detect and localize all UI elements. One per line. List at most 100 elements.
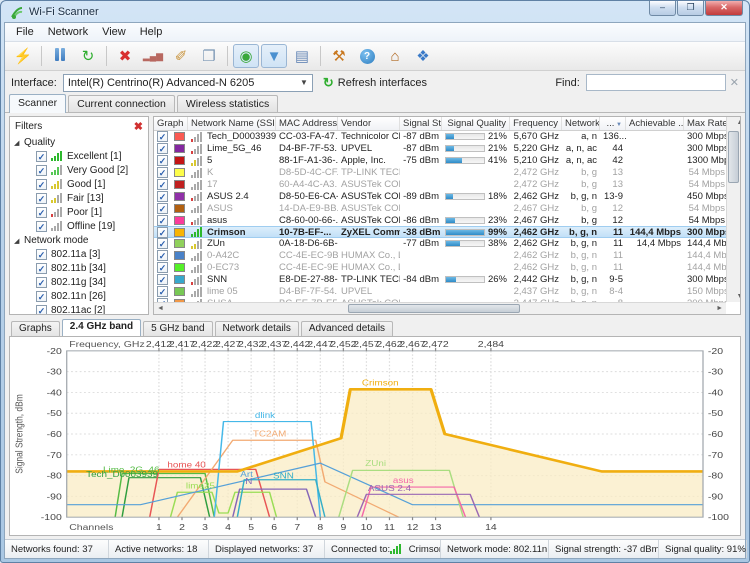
- settings-button[interactable]: ⚒: [326, 44, 352, 68]
- vertical-scroll-thumb[interactable]: [728, 131, 739, 183]
- filter-item[interactable]: ✓Fair [13]: [14, 191, 148, 205]
- table-row[interactable]: ✓ASUS 2.4D8-50-E6-CA-...ASUSTek COM...-8…: [154, 190, 726, 202]
- clean-button[interactable]: ✐: [168, 44, 194, 68]
- table-row[interactable]: ✓ZUn0A-18-D6-6B-...-77 dBm38%2,462 GHzb,…: [154, 238, 726, 250]
- checkbox[interactable]: ✓: [36, 193, 47, 204]
- filter-item[interactable]: ✓802.11ac [2]: [14, 303, 148, 314]
- band-tab-network-details[interactable]: Network details: [215, 321, 299, 336]
- band-tab-5-ghz-band[interactable]: 5 GHz band: [143, 321, 212, 336]
- checkbox[interactable]: ✓: [157, 203, 168, 214]
- column-header[interactable]: Frequency: [510, 117, 562, 130]
- filter-item[interactable]: ✓Offline [19]: [14, 219, 148, 233]
- checkbox[interactable]: ✓: [157, 274, 168, 285]
- band-tab-2.4-ghz-band[interactable]: 2.4 GHz band: [62, 319, 141, 336]
- filter-item[interactable]: ✓802.11g [34]: [14, 275, 148, 289]
- checkbox[interactable]: ✓: [36, 179, 47, 190]
- checkbox[interactable]: ✓: [157, 143, 168, 154]
- tab-scanner[interactable]: Scanner: [9, 94, 66, 113]
- filter-item[interactable]: ✓802.11a [3]: [14, 247, 148, 261]
- menu-view[interactable]: View: [95, 24, 133, 40]
- vertical-scrollbar[interactable]: ▲ ▼: [726, 117, 740, 302]
- scroll-down-icon[interactable]: ▼: [734, 293, 742, 300]
- column-header[interactable]: Signal Quality: [442, 117, 510, 130]
- pause-scan-button[interactable]: [47, 44, 73, 68]
- column-header[interactable]: Graph: [154, 117, 188, 130]
- checkbox[interactable]: ✓: [157, 167, 168, 178]
- table-row[interactable]: ✓588-1F-A1-36-...Apple, Inc.-75 dBm41%5,…: [154, 155, 726, 167]
- table-row[interactable]: ✓lime 05D4-BF-7F-54...UPVEL2,437 GHzb, g…: [154, 286, 726, 298]
- checkbox[interactable]: ✓: [36, 151, 47, 162]
- column-header[interactable]: Signal Str...: [400, 117, 442, 130]
- column-header[interactable]: ... ▼: [600, 117, 626, 130]
- checkbox[interactable]: ✓: [36, 305, 47, 315]
- band-tab-advanced-details[interactable]: Advanced details: [301, 321, 393, 336]
- checkbox[interactable]: ✓: [36, 263, 47, 274]
- close-button[interactable]: ✕: [705, 1, 743, 16]
- remove-signal-button[interactable]: ▂▄▆: [140, 44, 166, 68]
- refresh-button[interactable]: ↻: [75, 44, 101, 68]
- filter-item[interactable]: ✓802.11b [34]: [14, 261, 148, 275]
- table-row[interactable]: ✓ASUS14-DA-E9-BB...ASUSTek COM...2,467 G…: [154, 202, 726, 214]
- scroll-right-icon[interactable]: ►: [716, 305, 723, 312]
- journal-button[interactable]: ▤: [289, 44, 315, 68]
- checkbox[interactable]: ✓: [36, 291, 47, 302]
- scroll-up-icon[interactable]: ▲: [734, 119, 742, 126]
- clear-button[interactable]: ✖: [112, 44, 138, 68]
- column-header[interactable]: MAC Address...: [276, 117, 338, 130]
- home-button[interactable]: ⌂: [382, 44, 408, 68]
- checkbox[interactable]: ✓: [36, 249, 47, 260]
- filter-item[interactable]: ✓802.11n [26]: [14, 289, 148, 303]
- table-row[interactable]: ✓Lime_5G_46D4-BF-7F-53...UPVEL-87 dBm21%…: [154, 143, 726, 155]
- checkbox[interactable]: ✓: [157, 155, 168, 166]
- collapse-icon[interactable]: ◢: [14, 237, 24, 245]
- checkbox[interactable]: ✓: [157, 131, 168, 142]
- minimize-button[interactable]: –: [649, 1, 676, 16]
- checkbox[interactable]: ✓: [157, 238, 168, 249]
- menu-network[interactable]: Network: [41, 24, 95, 40]
- filter-item[interactable]: ✓Very Good [2]: [14, 163, 148, 177]
- refresh-interfaces-button[interactable]: ↻ Refresh interfaces: [323, 75, 427, 91]
- horizontal-scroll-thumb[interactable]: [348, 304, 520, 313]
- column-header[interactable]: Vendor: [338, 117, 400, 130]
- checkbox[interactable]: ✓: [157, 191, 168, 202]
- table-row[interactable]: ✓0-A42CCC-4E-EC-9B...HUMAX Co., Ltd.2,46…: [154, 250, 726, 262]
- checkbox[interactable]: ✓: [157, 179, 168, 190]
- filter-item[interactable]: ✓Excellent [1]: [14, 149, 148, 163]
- checkbox[interactable]: ✓: [36, 221, 47, 232]
- tab-wireless-statistics[interactable]: Wireless statistics: [177, 95, 278, 112]
- maximize-button[interactable]: ❐: [677, 1, 704, 16]
- checkbox[interactable]: ✓: [157, 286, 168, 297]
- horizontal-scrollbar[interactable]: ◄ ►: [154, 302, 726, 314]
- disconnect-button[interactable]: ⚡: [10, 44, 36, 68]
- export-button[interactable]: ❐: [196, 44, 222, 68]
- collapse-icon[interactable]: ◢: [14, 139, 24, 147]
- column-header[interactable]: Network ...: [562, 117, 600, 130]
- about-button[interactable]: ❖: [410, 44, 436, 68]
- band-tab-graphs[interactable]: Graphs: [11, 321, 60, 336]
- table-row[interactable]: ✓Crimson10-7B-EF-...ZyXEL Comm...-38 dBm…: [154, 226, 726, 238]
- scroll-left-icon[interactable]: ◄: [157, 305, 164, 312]
- menu-file[interactable]: File: [9, 24, 41, 40]
- help-button[interactable]: ?: [354, 44, 380, 68]
- clear-find-icon[interactable]: ✕: [730, 76, 739, 89]
- table-row[interactable]: ✓KD8-5D-4C-CF...TP-LINK TECH...2,472 GHz…: [154, 167, 726, 179]
- checkbox[interactable]: ✓: [157, 250, 168, 261]
- checkbox[interactable]: ✓: [157, 215, 168, 226]
- checkbox[interactable]: ✓: [36, 207, 47, 218]
- table-row[interactable]: ✓1760-A4-4C-A3...ASUSTek COM...2,472 GHz…: [154, 179, 726, 191]
- checkbox[interactable]: ✓: [36, 165, 47, 176]
- table-row[interactable]: ✓asusC8-60-00-66-...ASUSTek COM...-86 dB…: [154, 214, 726, 226]
- filter-item[interactable]: ✓Poor [1]: [14, 205, 148, 219]
- find-input[interactable]: [586, 74, 726, 91]
- column-header[interactable]: Max Rate: [684, 117, 726, 130]
- record-wifi-button[interactable]: ◉: [233, 44, 259, 68]
- interface-select[interactable]: Intel(R) Centrino(R) Advanced-N 6205 ▼: [63, 74, 313, 92]
- tab-current-connection[interactable]: Current connection: [68, 95, 175, 112]
- checkbox[interactable]: ✓: [157, 227, 168, 238]
- checkbox[interactable]: ✓: [157, 262, 168, 273]
- close-filters-icon[interactable]: ✖: [134, 120, 143, 133]
- filter-item[interactable]: ✓Good [1]: [14, 177, 148, 191]
- checkbox[interactable]: ✓: [36, 277, 47, 288]
- column-header[interactable]: Achievable ...: [626, 117, 684, 130]
- table-row[interactable]: ✓Tech_D0003939CC-03-FA-47...Technicolor …: [154, 131, 726, 143]
